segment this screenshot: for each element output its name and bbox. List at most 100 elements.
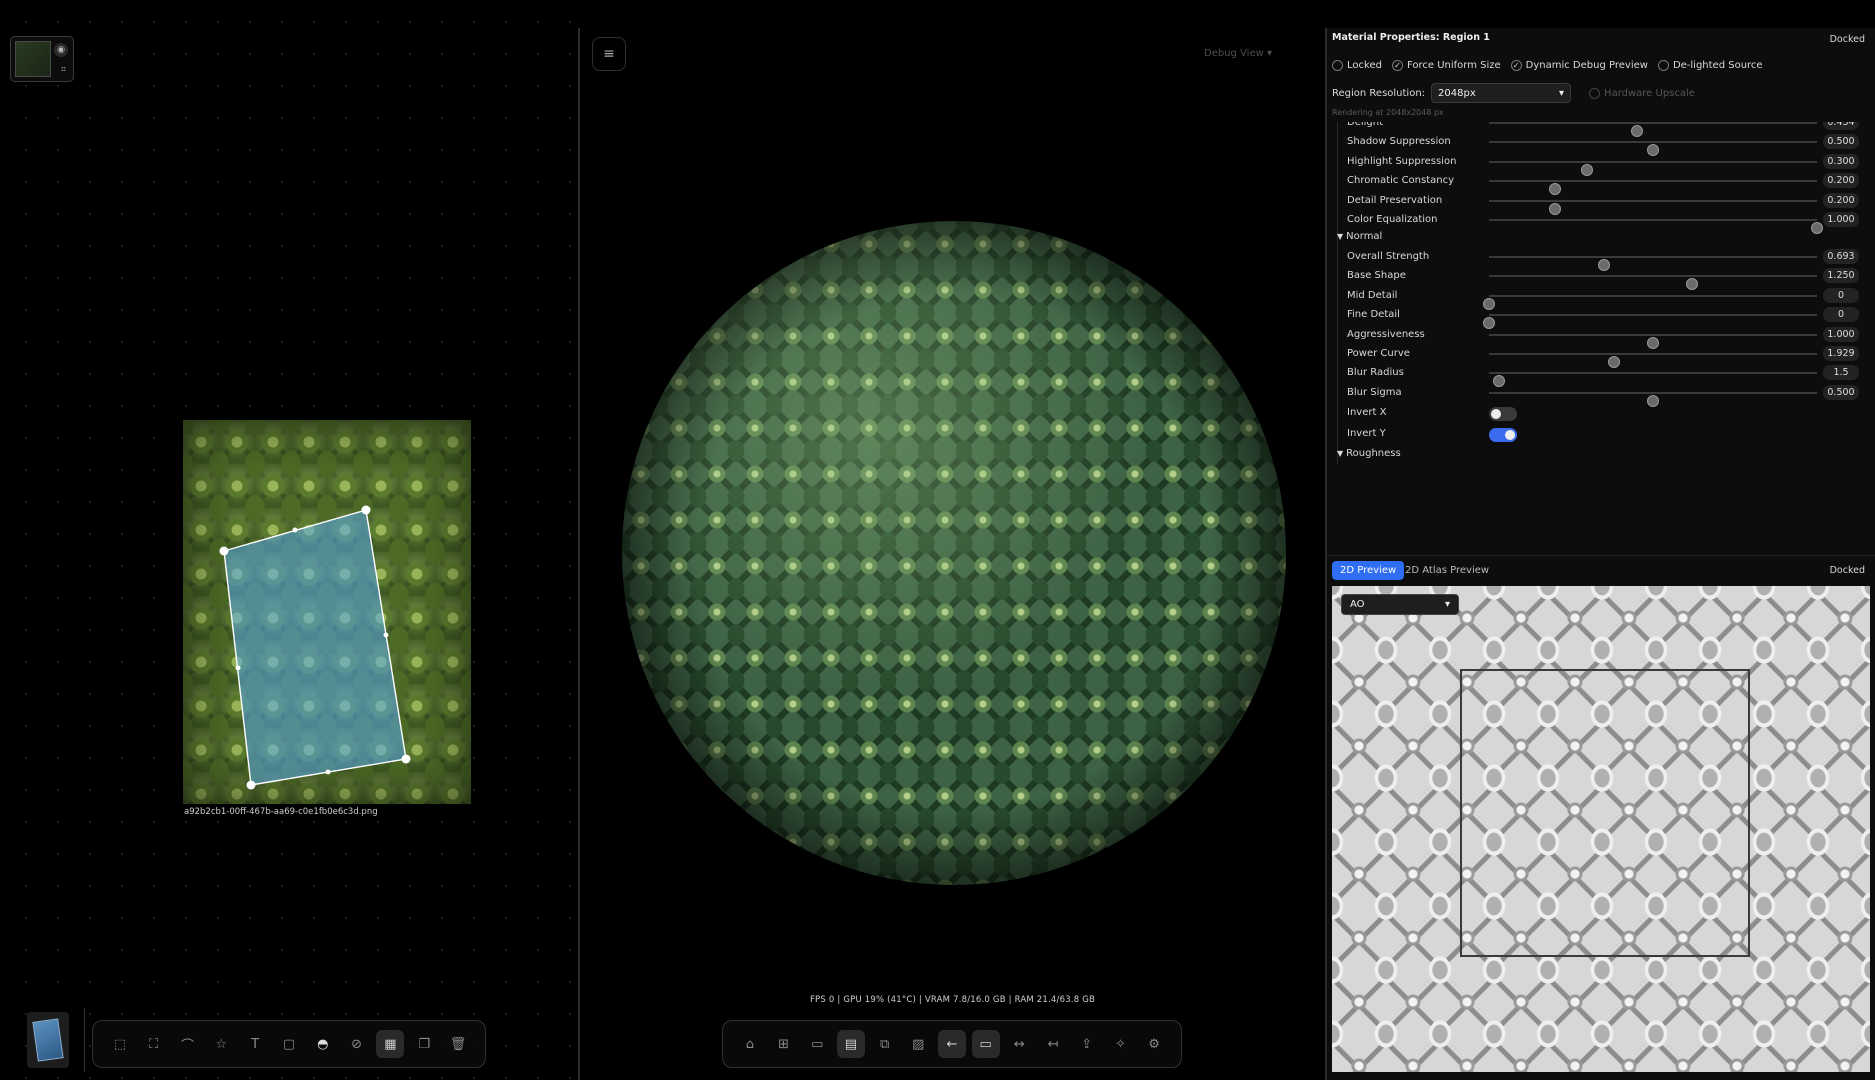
slider-track[interactable] [1489,333,1817,349]
tab-2d-preview[interactable]: 2D Preview [1332,561,1405,580]
slider-value[interactable]: 0.434 [1823,122,1859,130]
debug-view-dropdown[interactable]: Debug View ▾ [1204,48,1272,59]
slider-track[interactable] [1489,180,1817,196]
invert-x-toggle[interactable] [1489,407,1517,422]
section-roughness[interactable]: ▼ Roughness [1337,448,1401,459]
image-icon[interactable]: ▨ [904,1030,932,1058]
hardware-upscale-option[interactable]: Hardware Upscale [1589,87,1695,99]
material-sphere-preview[interactable] [622,221,1286,885]
checkbox[interactable]: ✓ [1391,60,1403,71]
square-icon[interactable]: ▭ [971,1030,1000,1058]
crop-icon[interactable]: ▢ [275,1030,303,1058]
slider-value[interactable]: 1.000 [1823,212,1859,227]
slider-track[interactable] [1489,219,1823,234]
slider-track[interactable] [1489,199,1817,215]
settings-icon[interactable]: ⚙ [1140,1030,1168,1058]
slider-track[interactable] [1489,256,1817,271]
slider-value[interactable]: 1.000 [1823,326,1859,342]
invert-y-toggle[interactable] [1489,428,1517,443]
option-force-uniform-size[interactable]: ✓ Force Uniform Size [1391,60,1501,71]
slider-label: Power Curve [1347,348,1410,359]
slider-track[interactable] [1489,122,1817,137]
region-selection[interactable] [0,0,578,1080]
region-handle[interactable] [361,505,371,515]
region-edge-handle[interactable] [383,632,389,638]
source-panel[interactable]: ◉ ⌗ a92b2cb1-00ff-467b-aa69-c0e1fb0e6c3d… [0,0,578,1080]
slider-value[interactable]: 0 [1823,307,1859,323]
slider-value[interactable]: 1.250 [1823,268,1859,284]
region-handle[interactable] [219,546,229,556]
slider-label: Base Shape [1347,270,1406,282]
sparkle-icon[interactable]: ✧ [1106,1030,1134,1058]
arrow-left-icon[interactable]: ← [937,1030,966,1058]
checkbox[interactable]: ✓ [1510,60,1522,71]
page-preview [32,1018,64,1062]
curve-icon[interactable]: ⌒ [174,1030,202,1058]
fill-icon[interactable]: ◓ [309,1030,337,1058]
folder-icon[interactable]: ▭ [803,1030,831,1058]
option-dynamic-debug-preview[interactable]: ✓ Dynamic Debug Preview [1510,60,1648,71]
slider-track[interactable] [1489,160,1817,176]
slider-track[interactable] [1489,372,1817,388]
hamburger-icon[interactable]: ≡ [592,37,626,71]
save-icon[interactable]: ▤ [836,1030,865,1058]
docked-toggle[interactable]: Docked [1830,34,1865,45]
slider-track[interactable] [1483,294,1817,310]
region-polygon[interactable] [223,509,407,786]
magic-wand-off-icon[interactable]: ⊘ [343,1030,371,1058]
slider-row-blur-sigma: Blur Sigma 0.500 [1327,384,1875,407]
slider-track[interactable] [1489,391,1817,407]
text-icon[interactable]: T [241,1030,269,1058]
duplicate-icon[interactable]: ❐ [410,1030,438,1058]
upload-icon[interactable]: ⇪ [1073,1030,1101,1058]
slider-row-chromatic-constancy: Chromatic Constancy 0.200 [1327,172,1875,196]
region-handle[interactable] [401,754,411,764]
region-edge-handle[interactable] [292,527,298,533]
slider-value[interactable]: 0.200 [1823,192,1859,208]
slider-value[interactable]: 0.300 [1823,153,1859,169]
grid-view-icon[interactable]: ⊞ [770,1030,798,1058]
slider-track[interactable] [1489,141,1817,157]
channel-select[interactable]: AO ▾ [1341,594,1459,615]
rect-select-icon[interactable]: ⬚ [106,1030,134,1058]
grid-icon[interactable]: ▦ [376,1030,405,1058]
invert-x-row: Invert X [1327,404,1875,422]
region-edge-handle[interactable] [235,665,241,671]
preview-docked-toggle[interactable]: Docked [1830,565,1865,576]
region-edge-handle[interactable] [325,769,331,775]
slider-value[interactable]: 1.929 [1823,346,1859,361]
star-icon[interactable]: ☆ [207,1030,235,1058]
slider-value[interactable]: 0.693 [1823,249,1859,264]
section-normal[interactable]: ▼ Normal [1337,231,1382,242]
slider-value[interactable]: 0.500 [1823,134,1859,150]
slider-track[interactable] [1489,275,1817,291]
checkbox[interactable] [1332,60,1343,71]
undo-icon[interactable]: ↤ [1039,1030,1067,1058]
chevron-down-icon: ▾ [1444,599,1450,610]
tab-2d-atlas-preview[interactable]: 2D Atlas Preview [1397,561,1497,580]
slider-row-shadow-suppression: Shadow Suppression 0.500 [1327,133,1875,157]
region-resolution-select[interactable]: 2048px ▾ [1431,83,1572,103]
transform-icon[interactable]: ⛶ [140,1030,168,1058]
slider-value[interactable]: 0 [1823,287,1859,303]
arrows-horizontal-icon[interactable]: ↔ [1005,1030,1033,1058]
option-locked[interactable]: Locked [1332,60,1382,71]
3d-viewport[interactable]: ≡ Debug View ▾ FPS 0 | GPU 19% (41°C) | … [580,0,1325,1080]
export-image-icon[interactable]: ⧉ [871,1030,899,1058]
2d-preview-canvas[interactable]: AO ▾ [1332,586,1870,1072]
slider-track[interactable] [1489,353,1817,368]
slider-value[interactable]: 1.5 [1823,365,1859,381]
properties-scroll-area[interactable]: Delight 0.434 Shadow Suppression 0.500 Highl… [1327,122,1875,464]
slider-handle[interactable] [1811,222,1823,234]
panel-title: Material Properties: Region 1 [1332,32,1490,43]
home-icon[interactable]: ⌂ [736,1030,764,1058]
slider-value[interactable]: 0.200 [1823,173,1859,189]
slider-track[interactable] [1483,314,1817,330]
page-thumbnail[interactable] [27,1012,69,1068]
option-delighted-source[interactable]: De-lighted Source [1657,60,1763,71]
checkbox[interactable] [1657,60,1669,71]
trash-icon[interactable]: 🗑 [444,1030,472,1058]
region-handle[interactable] [246,780,256,790]
slider-value[interactable]: 0.500 [1823,384,1859,400]
checkbox[interactable] [1589,87,1601,99]
